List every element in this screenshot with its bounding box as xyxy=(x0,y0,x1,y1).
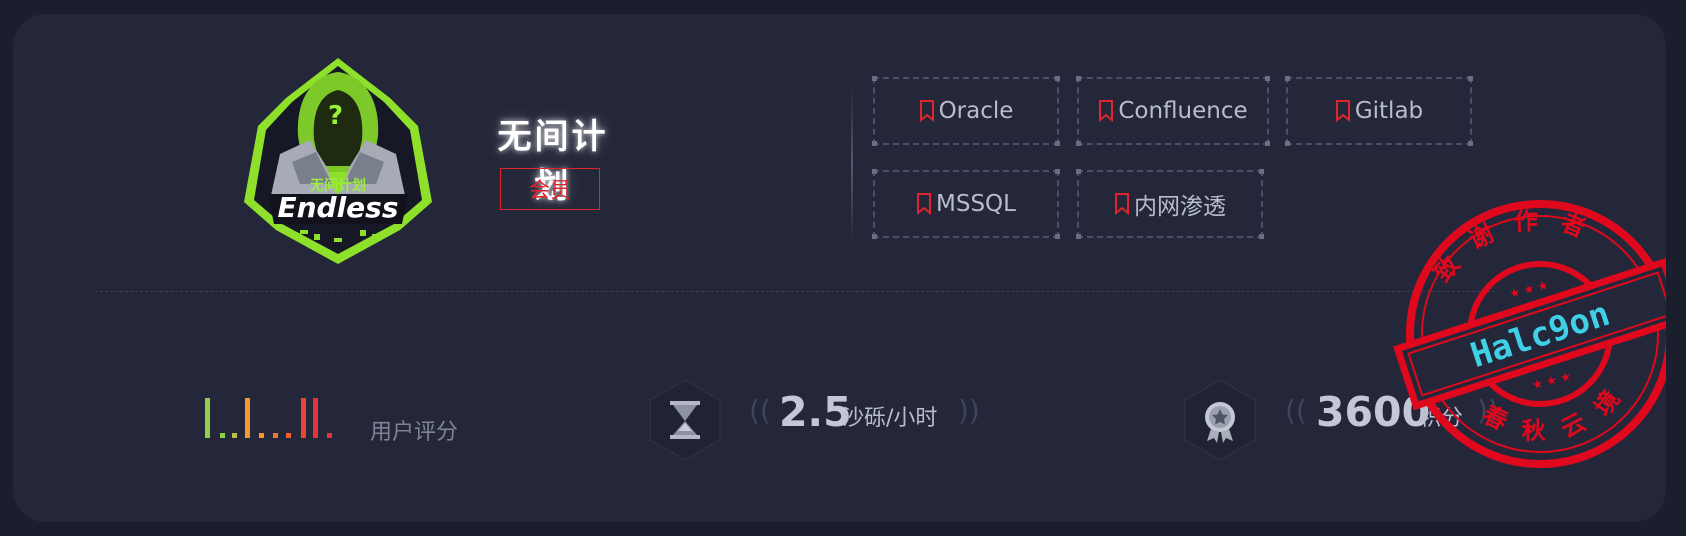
tag-intranet-pentest[interactable]: 内网渗透 xyxy=(1076,169,1264,239)
horizontal-divider xyxy=(95,291,1495,292)
bookmark-icon xyxy=(1115,193,1129,215)
rating-label: 用户评分 xyxy=(370,420,459,445)
tag-gitlab[interactable]: Gitlab xyxy=(1285,76,1473,146)
svg-text:★ ★ ★: ★ ★ ★ xyxy=(1508,278,1550,301)
hourglass-stat-icon xyxy=(646,377,724,463)
svg-text:?: ? xyxy=(328,101,343,131)
bookmark-icon xyxy=(1335,100,1350,122)
paren-left: (( xyxy=(1285,394,1307,427)
logo-text-en: Endless xyxy=(277,191,398,224)
bookmark-icon xyxy=(917,193,932,215)
paren-right: )) xyxy=(958,394,980,427)
vertical-divider xyxy=(851,88,853,244)
tag-mssql[interactable]: MSSQL xyxy=(872,169,1060,239)
rating-bars-icon xyxy=(205,398,332,438)
tag-label: 内网渗透 xyxy=(1134,194,1226,220)
tag-label: Confluence xyxy=(1118,98,1248,124)
time-unit: 沙砾/小时 xyxy=(842,406,938,431)
tag-label: Oracle xyxy=(938,98,1014,124)
challenge-card: ? 无间计划 Endless 无间计划 会员 Oracle Confluence… xyxy=(13,14,1666,522)
medal-stat-icon xyxy=(1181,377,1259,463)
bookmark-icon xyxy=(919,100,934,122)
tag-confluence[interactable]: Confluence xyxy=(1076,76,1270,146)
tag-label: MSSQL xyxy=(936,191,1016,217)
member-badge: 会员 xyxy=(500,168,600,210)
author-stamp: 致谢作者 春秋云境 ★ ★ ★ ★ ★ ★ Halc9on xyxy=(1393,187,1666,468)
endless-logo-icon: ? 无间计划 Endless xyxy=(244,58,432,264)
tag-label: Gitlab xyxy=(1354,98,1424,124)
paren-left: (( xyxy=(749,394,771,427)
svg-text:★ ★ ★: ★ ★ ★ xyxy=(1531,369,1573,392)
time-value: 2.5 xyxy=(779,388,852,436)
tag-oracle[interactable]: Oracle xyxy=(872,76,1060,146)
bookmark-icon xyxy=(1099,100,1114,122)
